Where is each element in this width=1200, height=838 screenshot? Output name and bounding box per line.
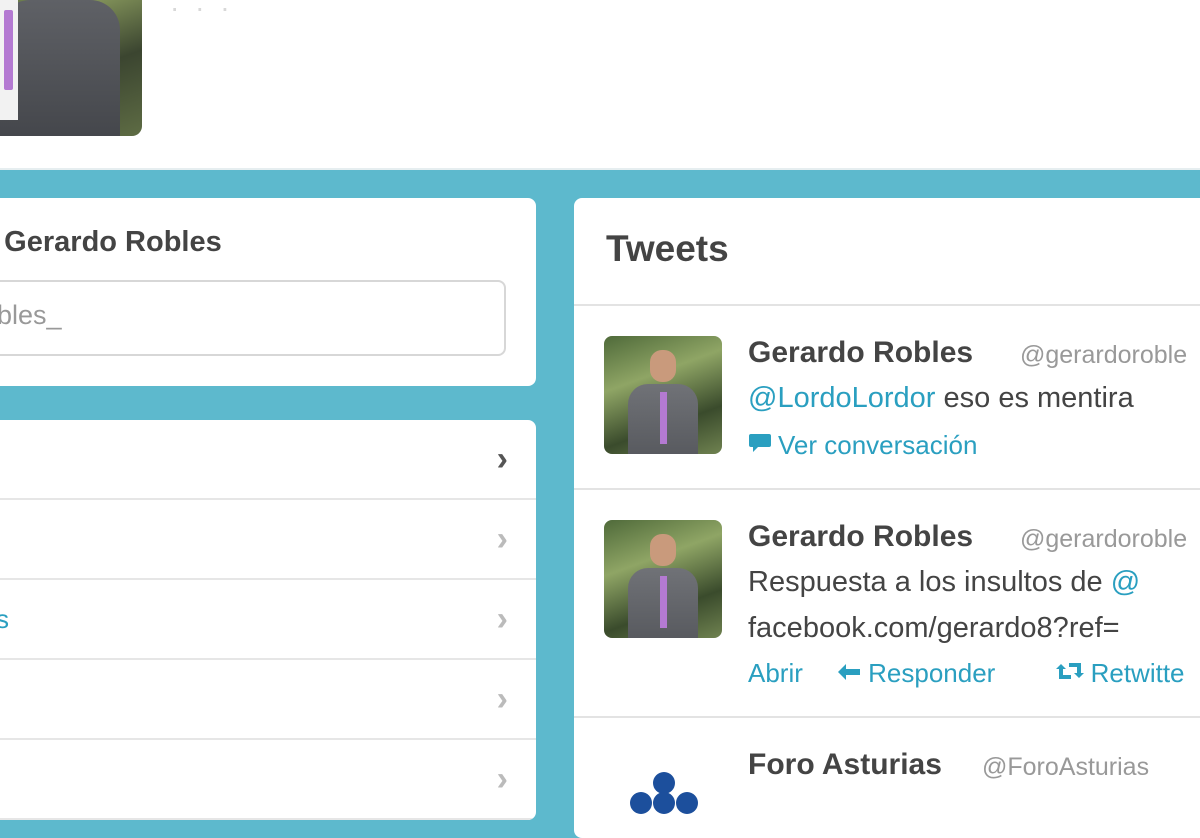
avatar-face xyxy=(650,534,676,566)
follow-username-field[interactable]: obles_ xyxy=(0,280,506,356)
nav-item-4[interactable]: › xyxy=(0,660,536,740)
avatar-tie xyxy=(660,576,667,628)
tweet-text: @LordoLordor eso es mentira xyxy=(748,382,1134,415)
nav-item-2[interactable]: › xyxy=(0,500,536,580)
nav-item-label: s xyxy=(0,604,9,634)
open-tweet-button[interactable]: Abrir xyxy=(748,658,803,688)
tweet-author-handle[interactable]: @ForoAsturias xyxy=(982,753,1149,782)
header-faint-text: · · · xyxy=(170,0,234,23)
tweet-author-name[interactable]: Foro Asturias xyxy=(748,748,942,782)
retweet-icon xyxy=(1055,663,1084,679)
nav-item-1[interactable]: › xyxy=(0,420,536,500)
nav-item-3[interactable]: s › xyxy=(0,580,536,660)
tweet-text-body: eso es mentira xyxy=(935,382,1134,414)
reply-arrow-icon xyxy=(838,664,861,680)
tweet-author-name[interactable]: Gerardo Robles xyxy=(748,336,973,370)
profile-photo[interactable] xyxy=(0,0,142,136)
tweet-item[interactable]: Gerardo Robles @gerardoroble Respuesta a… xyxy=(574,490,1200,718)
tweet-item[interactable]: Foro Asturias @ForoAsturias xyxy=(574,718,1200,838)
photo-suit xyxy=(0,0,120,136)
tweet-item[interactable]: Gerardo Robles @gerardoroble @LordoLordo… xyxy=(574,306,1200,490)
retweet-button[interactable]: Retwitte xyxy=(1055,658,1200,688)
tweet-author-name[interactable]: Gerardo Robles xyxy=(748,520,973,554)
foro-asturias-logo[interactable] xyxy=(624,748,704,814)
tweets-heading: Tweets xyxy=(606,228,729,269)
tweet-author-handle[interactable]: @gerardoroble xyxy=(1020,525,1187,554)
avatar[interactable] xyxy=(604,336,722,454)
tweet-actions: Ver conversación xyxy=(748,430,1029,461)
profile-nav-panel: › › s › › › xyxy=(0,420,536,820)
view-conversation-label: Ver conversación xyxy=(778,430,978,460)
reply-button[interactable]: Responder xyxy=(836,658,1028,688)
chevron-right-icon: › xyxy=(496,760,508,798)
chevron-right-icon: › xyxy=(496,520,508,558)
avatar-tie xyxy=(660,392,667,444)
retweet-label: Retwitte xyxy=(1090,658,1185,688)
profile-header: · · · xyxy=(0,0,1200,170)
nav-item-5[interactable]: › xyxy=(0,740,536,820)
tweet-author-handle[interactable]: @gerardoroble xyxy=(1020,341,1187,370)
follow-panel: a Gerardo Robles obles_ xyxy=(0,198,536,386)
photo-tie xyxy=(4,10,13,90)
tweet-url-link[interactable]: facebook.com/gerardo8?ref= xyxy=(748,612,1120,645)
avatar-face xyxy=(650,350,676,382)
speech-bubble-icon xyxy=(749,434,771,452)
tweet-actions: Abrir Responder Retwitte xyxy=(748,658,1200,689)
reply-label: Responder xyxy=(868,658,996,688)
avatar[interactable] xyxy=(604,520,722,638)
follow-title: a Gerardo Robles xyxy=(0,226,222,258)
view-conversation-link[interactable]: Ver conversación xyxy=(748,430,1003,460)
chevron-right-icon: › xyxy=(496,440,508,478)
tweet-text-body: Respuesta a los insultos de xyxy=(748,566,1111,598)
tweets-panel: Tweets Gerardo Robles @gerardoroble @Lor… xyxy=(574,198,1200,838)
tweet-text: Respuesta a los insultos de @ xyxy=(748,566,1140,599)
tweet-mention-link[interactable]: @ xyxy=(1111,566,1140,598)
chevron-right-icon: › xyxy=(496,680,508,718)
tweet-mention-link[interactable]: @LordoLordor xyxy=(748,382,935,414)
chevron-right-icon: › xyxy=(496,600,508,638)
